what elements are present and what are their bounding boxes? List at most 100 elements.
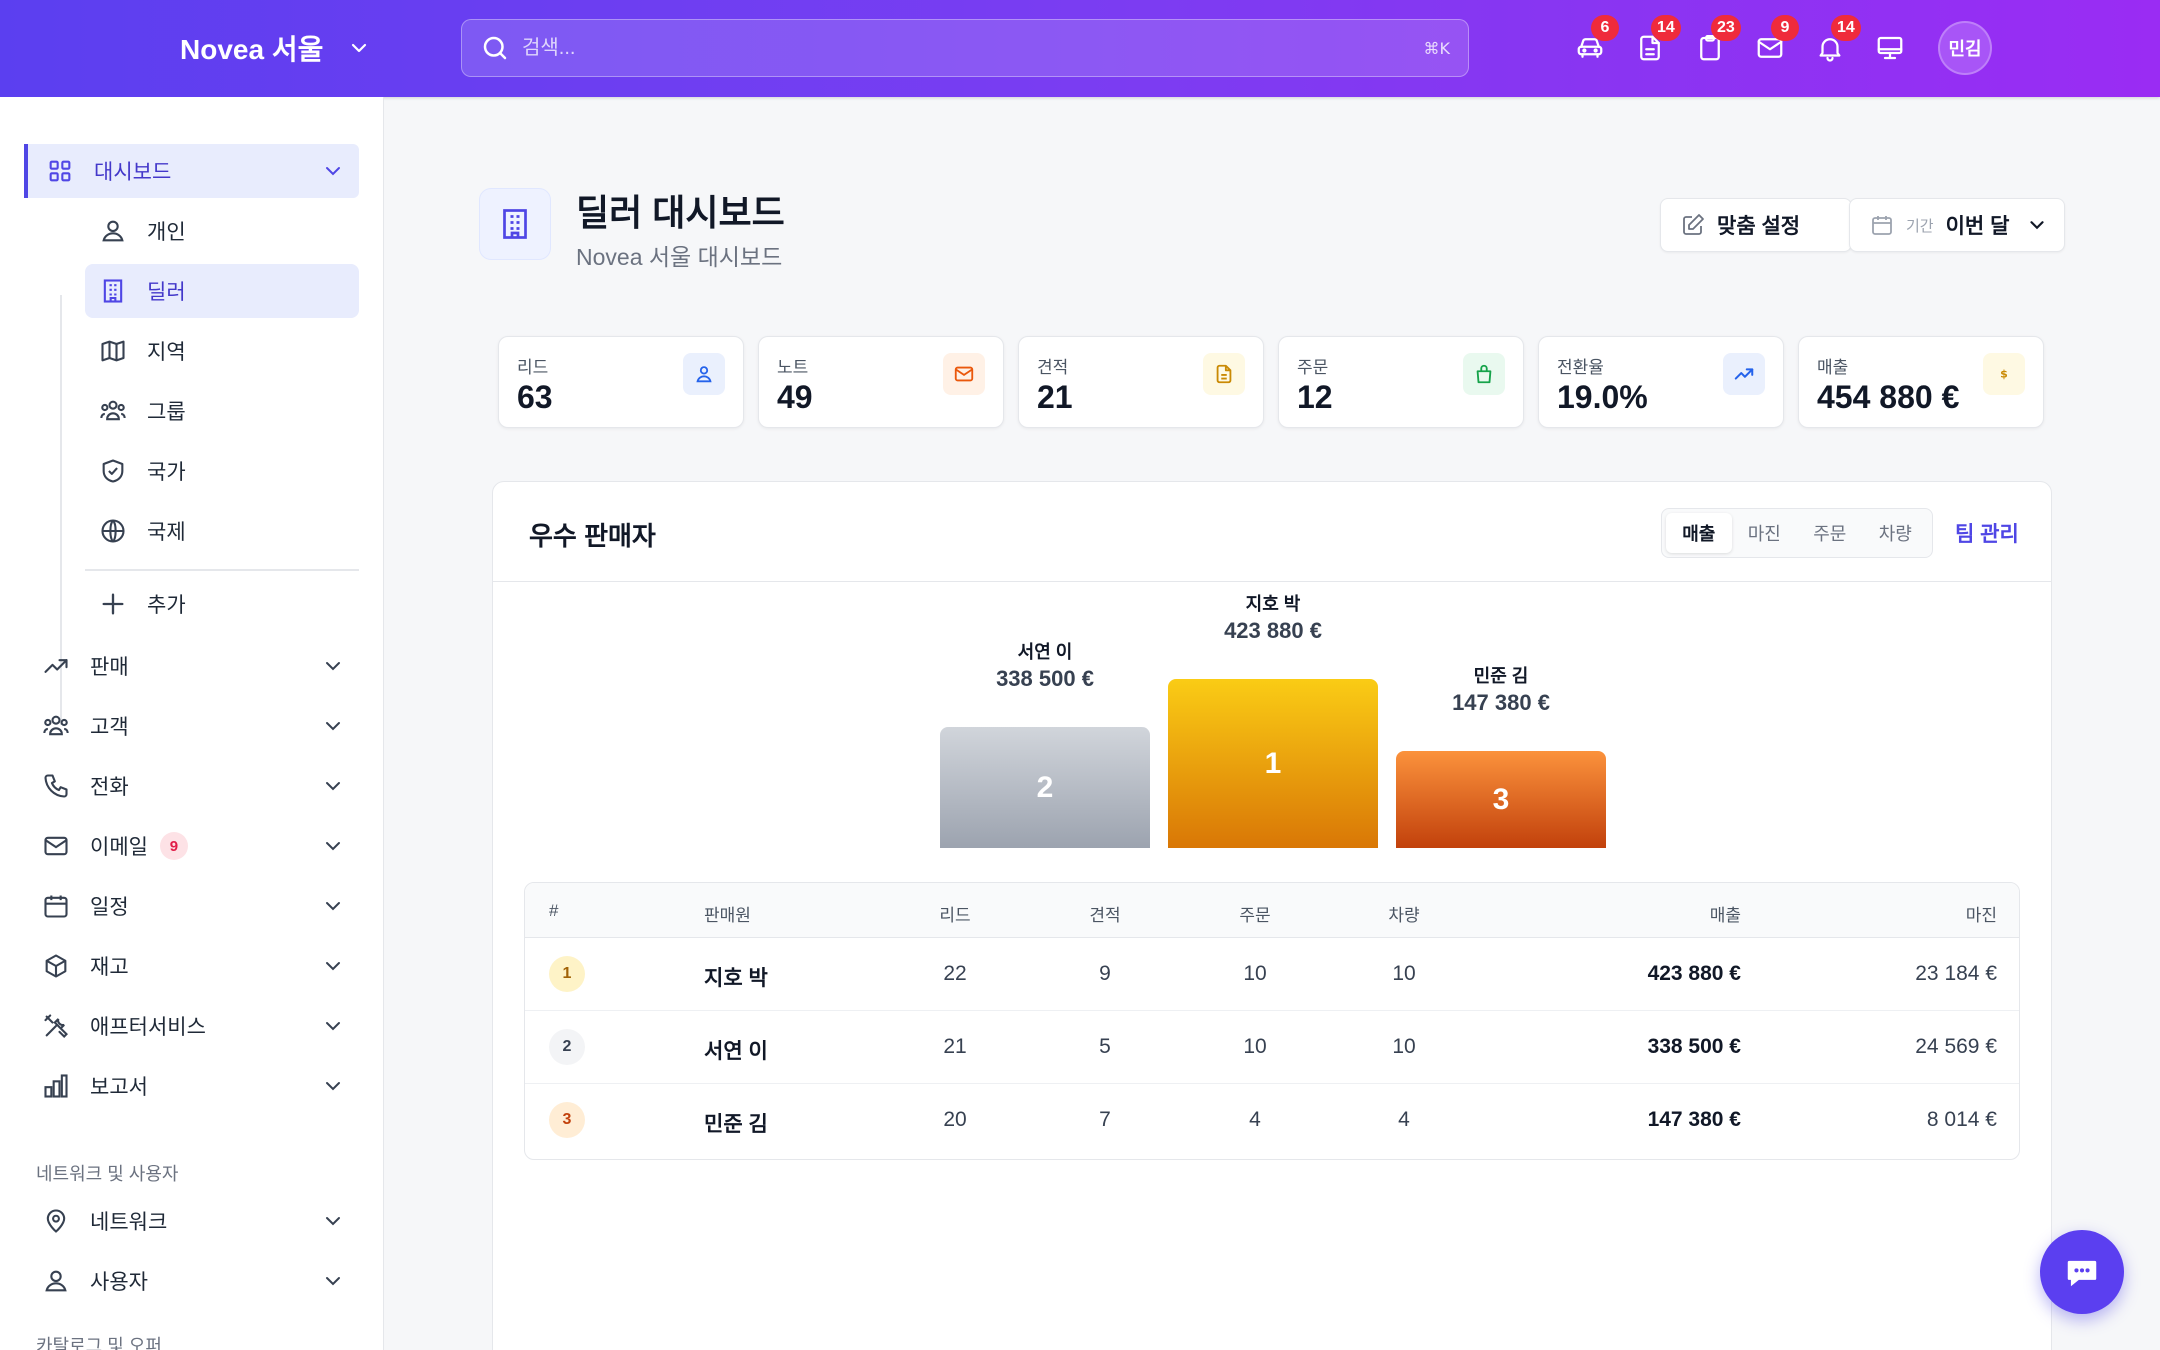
kpi-card-orders[interactable]: 주문 12 [1278, 336, 1524, 428]
user-icon [102, 220, 124, 242]
user-avatar[interactable]: 민김 [1938, 21, 1992, 75]
column-header: 차량 [1388, 906, 1420, 925]
kpi-value: 12 [1297, 379, 1333, 415]
brand-switcher[interactable]: Novea 서울 [180, 26, 371, 70]
chevron-down-icon [326, 1082, 340, 1091]
sidebar-subitem-country[interactable]: 국가 [85, 444, 359, 498]
kpi-value: 21 [1037, 379, 1073, 415]
phone-icon [44, 774, 68, 798]
sidebar-item-users[interactable]: 사용자 [24, 1254, 359, 1308]
sidebar-item-label: 보고서 [90, 1076, 148, 1099]
rank-badge: 3 [549, 1102, 585, 1138]
notifications-button[interactable]: 14 [1812, 15, 1861, 66]
sidebar-subitem-dealer[interactable]: 딜러 [85, 264, 359, 318]
car-button[interactable]: 6 [1572, 15, 1619, 66]
kpi-card-quotes[interactable]: 견적 21 [1018, 336, 1264, 428]
sidebar-item-label: 판매 [90, 656, 129, 679]
top-navbar: Novea 서울 ⌘K 6 14 23 9 14 민김 [0, 0, 2160, 97]
bar-chart-icon [44, 1074, 68, 1098]
sidebar-item-aftersales[interactable]: 애프터서비스 [24, 999, 359, 1053]
tab-margin[interactable]: 마진 [1732, 513, 1798, 553]
tab-revenue[interactable]: 매출 [1666, 513, 1732, 553]
kpi-card-leads[interactable]: 리드 63 [498, 336, 744, 428]
seller-name: 민준 김 [704, 1113, 768, 1136]
sidebar-subitem-label: 국가 [147, 461, 186, 484]
rank-badge: 1 [549, 956, 585, 992]
sidebar-item-calendar[interactable]: 일정 [24, 879, 359, 933]
monitor-icon [1877, 36, 1903, 60]
orders-cell: 10 [1243, 1035, 1267, 1058]
calendar-icon [1872, 216, 1892, 235]
sidebar-subitem-region[interactable]: 지역 [85, 324, 359, 378]
kpi-card-notes[interactable]: 노트 49 [758, 336, 1004, 428]
sidebar-subitem-international[interactable]: 국제 [85, 504, 359, 558]
sidebar-subitem-group[interactable]: 그룹 [85, 384, 359, 438]
seller-name: 지호 박 [704, 967, 768, 990]
chevron-down-icon [326, 962, 340, 971]
chat-button[interactable] [2040, 1230, 2124, 1314]
table-row[interactable]: 1 지호 박 22 9 10 10 423 880 € 23 184 € [525, 938, 2019, 1011]
leads-cell: 20 [943, 1108, 967, 1131]
sidebar-item-sales[interactable]: 판매 [24, 639, 359, 693]
page-icon [479, 188, 551, 260]
revenue-cell: 338 500 € [1647, 1035, 1741, 1058]
table-row[interactable]: 3 민준 김 20 7 4 4 147 380 € 8 014 € [525, 1084, 2019, 1157]
period-select[interactable]: 기간 이번 달 [1849, 198, 2065, 252]
sidebar-item-network[interactable]: 네트워크 [24, 1194, 359, 1248]
quotes-cell: 7 [1099, 1108, 1111, 1131]
email-count-badge: 9 [159, 832, 188, 860]
user-icon [45, 1270, 67, 1292]
kpi-value: 19.0% [1557, 379, 1648, 415]
svg-text:$: $ [2000, 368, 2008, 381]
period-label: 기간 [1906, 217, 1934, 235]
margin-cell: 24 569 € [1915, 1035, 1997, 1058]
margin-cell: 8 014 € [1926, 1108, 1997, 1131]
document-badge: 14 [1651, 15, 1681, 41]
tab-orders[interactable]: 주문 [1797, 513, 1863, 553]
column-header: 판매원 [704, 906, 751, 925]
customize-button[interactable]: 맞춤 설정 [1660, 198, 1852, 252]
revenue-cell: 423 880 € [1647, 962, 1741, 985]
kpi-label: 리드 [517, 358, 549, 377]
vehicles-cell: 4 [1398, 1108, 1410, 1131]
vehicles-cell: 10 [1392, 1035, 1416, 1058]
users-icon [100, 400, 126, 421]
mail-button[interactable]: 9 [1752, 15, 1799, 66]
sidebar-subitem-add[interactable]: 추가 [85, 577, 359, 631]
documents-button[interactable]: 14 [1632, 15, 1681, 66]
search-box[interactable]: ⌘K [461, 19, 1469, 77]
revenue-cell: 147 380 € [1647, 1108, 1741, 1131]
kpi-card-conversion[interactable]: 전환율 19.0% [1538, 336, 1784, 428]
sidebar-item-dashboard[interactable]: 대시보드 [24, 144, 359, 198]
table-row[interactable]: 2 서연 이 21 5 10 10 338 500 € 24 569 € [525, 1011, 2019, 1084]
chevron-down-icon [326, 662, 340, 671]
sidebar-item-calls[interactable]: 전화 [24, 759, 359, 813]
display-button[interactable] [1872, 30, 1908, 66]
sidebar-subitem-label: 지역 [147, 341, 186, 364]
users-icon [43, 715, 69, 736]
sidebar-subitem-label: 국제 [147, 521, 186, 544]
card-header: 우수 판매자 매출 마진 주문 차량 팀 관리 [493, 482, 2051, 582]
tasks-button[interactable]: 23 [1692, 15, 1741, 66]
submenu-divider [85, 569, 359, 571]
leads-cell: 22 [943, 962, 967, 985]
sidebar-subitem-personal[interactable]: 개인 [85, 204, 359, 258]
shield-icon [102, 459, 124, 483]
table-header: # 판매원 리드 견적 주문 차량 매출 마진 [525, 883, 2019, 938]
chevron-down-icon [326, 167, 340, 176]
bag-icon [1463, 353, 1505, 395]
search-input[interactable] [522, 36, 1424, 60]
sidebar-item-inventory[interactable]: 재고 [24, 939, 359, 993]
kpi-card-revenue[interactable]: 매출 454 880 € $ [1798, 336, 2044, 428]
tab-vehicles[interactable]: 차량 [1863, 513, 1929, 553]
sidebar-item-label: 네트워크 [90, 1211, 168, 1234]
manage-team-link[interactable]: 팀 관리 [1955, 518, 2019, 548]
sidebar-item-reports[interactable]: 보고서 [24, 1059, 359, 1113]
sidebar-item-customers[interactable]: 고객 [24, 699, 359, 753]
sidebar-item-label: 고객 [90, 716, 129, 739]
edit-icon [1683, 214, 1704, 235]
orders-cell: 10 [1243, 962, 1267, 985]
sidebar-item-email[interactable]: 이메일 9 [24, 819, 359, 873]
podium-amount-first: 423 880 € [1224, 618, 1322, 643]
sidebar-subitem-label: 딜러 [147, 281, 186, 304]
